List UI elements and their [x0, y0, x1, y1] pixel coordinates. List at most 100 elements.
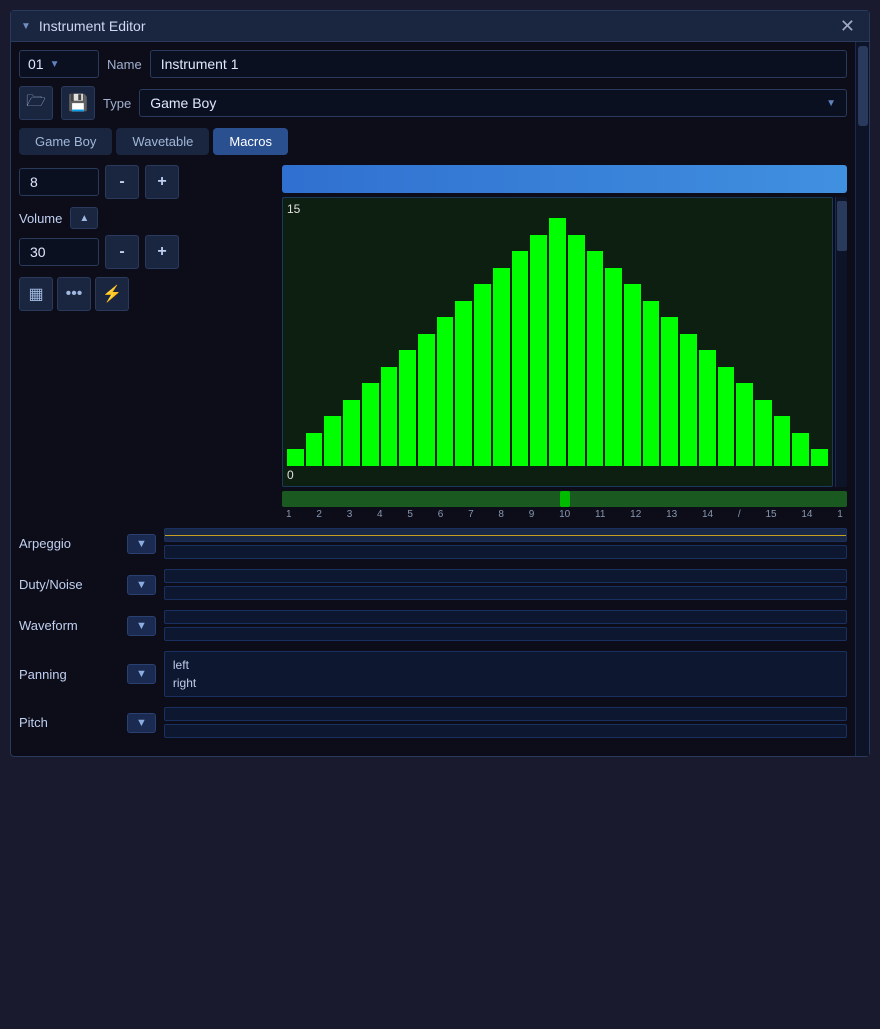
- chart-bar-22[interactable]: [699, 350, 716, 466]
- dots-icon: •••: [66, 285, 83, 303]
- chart-bar-1[interactable]: [306, 433, 323, 466]
- chart-bar-27[interactable]: [792, 433, 809, 466]
- arpeggio-label: Arpeggio: [19, 536, 119, 551]
- arpeggio-expand-button[interactable]: ▼: [127, 534, 156, 554]
- chart-bar-16[interactable]: [587, 251, 604, 466]
- right-panel: 15 0: [282, 165, 847, 528]
- chart-bar-14[interactable]: [549, 218, 566, 466]
- main-layout: 01 ▼ Name Instrument 1 🗁 💾 Type Game Boy…: [11, 42, 869, 756]
- title-bar-left: ▼ Instrument Editor: [21, 18, 146, 34]
- chart-bars: [283, 198, 832, 486]
- chart-bar-6[interactable]: [399, 350, 416, 466]
- lightning-button[interactable]: ⚡: [95, 277, 129, 311]
- instrument-number-select[interactable]: 01 ▼: [19, 50, 99, 78]
- chart-scrollbar-thumb: [837, 201, 847, 251]
- chart-bar-10[interactable]: [474, 284, 491, 466]
- volume-expand-button[interactable]: ▲: [70, 207, 98, 229]
- duty-noise-bar-group: [164, 569, 847, 600]
- left-panel: 8 - + Volume ▲ 30 - +: [19, 165, 274, 528]
- chart-bar-18[interactable]: [624, 284, 641, 466]
- chart-bar-19[interactable]: [643, 301, 660, 466]
- chart-bar-5[interactable]: [381, 367, 398, 466]
- volume-row: Volume ▲: [19, 207, 274, 229]
- chart-bar-7[interactable]: [418, 334, 435, 466]
- instrument-name-row: 01 ▼ Name Instrument 1: [19, 50, 847, 78]
- panning-bar-group: left right: [164, 651, 847, 697]
- panning-label: Panning: [19, 667, 119, 682]
- name-label: Name: [107, 57, 142, 72]
- volume-plus-button[interactable]: +: [145, 235, 179, 269]
- window-scrollbar-thumb: [858, 46, 868, 126]
- scrub-bar[interactable]: [282, 491, 847, 507]
- instrument-name-input[interactable]: Instrument 1: [150, 50, 847, 78]
- pitch-expand-button[interactable]: ▼: [127, 713, 156, 733]
- volume-control: 30 - +: [19, 235, 274, 269]
- tab-wavetable[interactable]: Wavetable: [116, 128, 209, 155]
- panning-option-right: right: [173, 676, 196, 690]
- type-dropdown-arrow-icon: ▼: [826, 98, 836, 109]
- waveform-bar-group: [164, 610, 847, 641]
- step-plus-button[interactable]: +: [145, 165, 179, 199]
- chart-bar-28[interactable]: [811, 449, 828, 466]
- step-control: 8 - +: [19, 165, 274, 199]
- dots-button[interactable]: •••: [57, 277, 91, 311]
- chart-bar-21[interactable]: [680, 334, 697, 466]
- chart-bar-20[interactable]: [661, 317, 678, 466]
- duty-noise-bottom-bar: [164, 586, 847, 600]
- tab-macros[interactable]: Macros: [213, 128, 288, 155]
- step-value-display[interactable]: 8: [19, 168, 99, 196]
- duty-noise-top-bar: [164, 569, 847, 583]
- instrument-editor-window: ▼ Instrument Editor ✕ 01 ▼ Name Instrume…: [10, 10, 870, 757]
- chart-bar-11[interactable]: [493, 268, 510, 466]
- chart-bar-24[interactable]: [736, 383, 753, 466]
- step-minus-button[interactable]: -: [105, 165, 139, 199]
- chart-scrollbar[interactable]: [835, 197, 847, 487]
- arpeggio-bottom-bar: [164, 545, 847, 559]
- volume-minus-button[interactable]: -: [105, 235, 139, 269]
- chart-bar-17[interactable]: [605, 268, 622, 466]
- icon-group: ▦ ••• ⚡: [19, 277, 274, 311]
- chart-bar-23[interactable]: [718, 367, 735, 466]
- panning-option-left: left: [173, 658, 189, 672]
- folder-button[interactable]: 🗁: [19, 86, 53, 120]
- arpeggio-bar-group: [164, 528, 847, 559]
- save-button[interactable]: 💾: [61, 86, 95, 120]
- chart-bar-25[interactable]: [755, 400, 772, 466]
- duty-noise-label: Duty/Noise: [19, 577, 119, 592]
- chart-bar-2[interactable]: [324, 416, 341, 466]
- duty-noise-row: Duty/Noise ▼: [19, 569, 847, 600]
- instrument-num-value: 01: [28, 56, 44, 72]
- panning-expand-button[interactable]: ▼: [127, 664, 156, 684]
- chart-bar-26[interactable]: [774, 416, 791, 466]
- pitch-label: Pitch: [19, 715, 119, 730]
- tab-gameboy[interactable]: Game Boy: [19, 128, 112, 155]
- volume-value-display[interactable]: 30: [19, 238, 99, 266]
- step-bar: [282, 165, 847, 193]
- waveform-top-bar: [164, 610, 847, 624]
- bar-chart-button[interactable]: ▦: [19, 277, 53, 311]
- chart-bar-4[interactable]: [362, 383, 379, 466]
- chart-bar-15[interactable]: [568, 235, 585, 466]
- waveform-expand-button[interactable]: ▼: [127, 616, 156, 636]
- chart-bar-0[interactable]: [287, 449, 304, 466]
- chart-bar-3[interactable]: [343, 400, 360, 466]
- chart-bar-13[interactable]: [530, 235, 547, 466]
- window-title: Instrument Editor: [39, 18, 146, 34]
- close-button[interactable]: ✕: [836, 17, 859, 35]
- arpeggio-line: [165, 535, 846, 536]
- waveform-bottom-bar: [164, 627, 847, 641]
- type-row: 🗁 💾 Type Game Boy ▼: [19, 86, 847, 120]
- lightning-icon: ⚡: [102, 284, 122, 304]
- window-scrollbar[interactable]: [855, 42, 869, 756]
- save-icon: 💾: [68, 93, 88, 113]
- bar-chart-icon: ▦: [28, 284, 43, 304]
- chart-bar-9[interactable]: [455, 301, 472, 466]
- collapse-arrow-icon[interactable]: ▼: [21, 21, 31, 32]
- chart-bar-12[interactable]: [512, 251, 529, 466]
- type-dropdown[interactable]: Game Boy ▼: [139, 89, 847, 117]
- chart-bar-8[interactable]: [437, 317, 454, 466]
- title-bar: ▼ Instrument Editor ✕: [11, 11, 869, 42]
- tabs-row: Game Boy Wavetable Macros: [19, 128, 847, 155]
- duty-noise-expand-button[interactable]: ▼: [127, 575, 156, 595]
- volume-chart: 15 0: [282, 197, 833, 487]
